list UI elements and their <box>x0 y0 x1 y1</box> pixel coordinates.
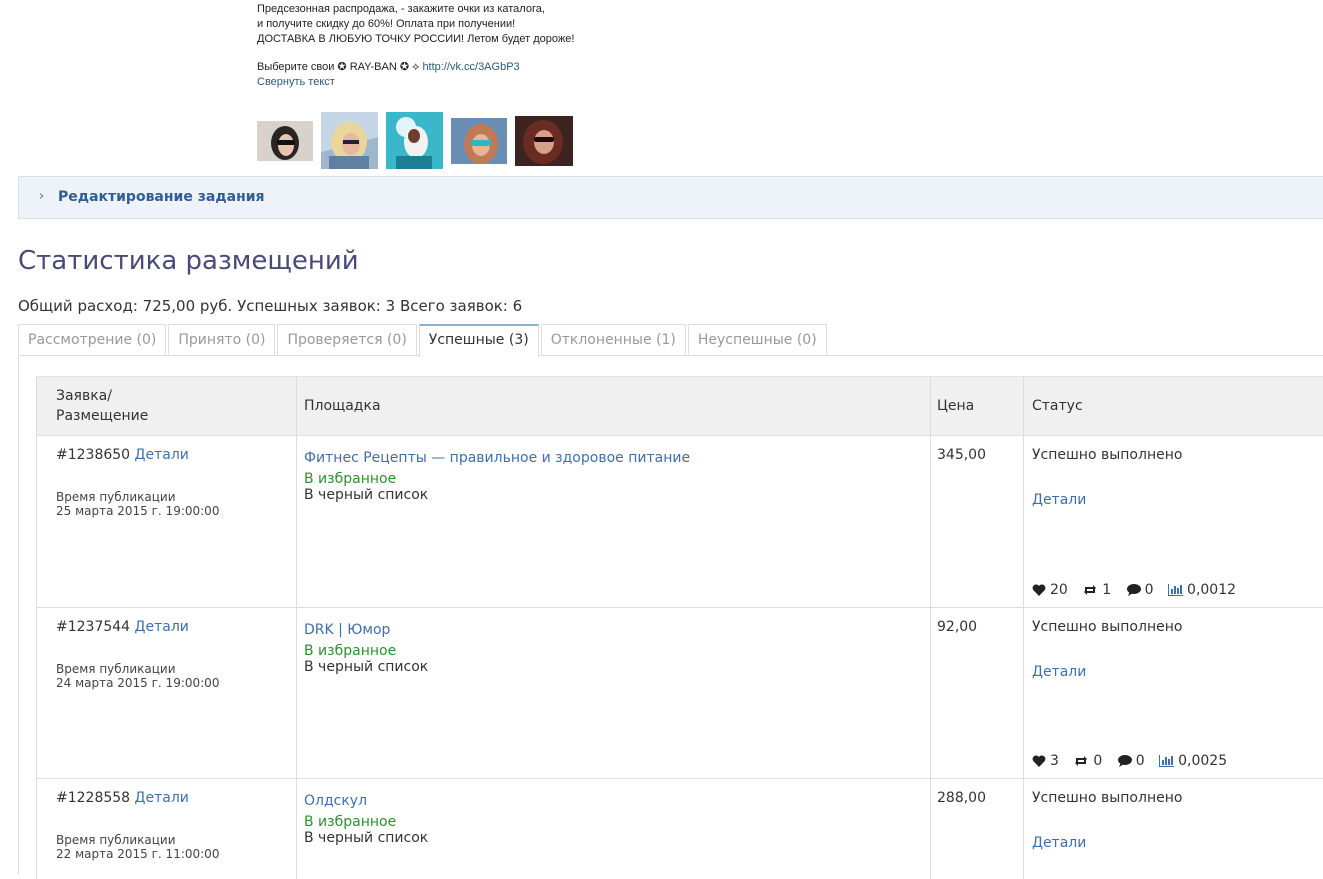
column-divider <box>296 376 297 879</box>
price-value: 345,00 <box>937 447 986 463</box>
table-row: #1237544 Детали Время публикации 24 март… <box>36 608 1323 779</box>
comments-count: 0 <box>1135 753 1145 769</box>
post-text-line: Предсезонная распродажа, - закажите очки… <box>257 3 545 15</box>
summary-text: Общий расход: 725,00 руб. Успешных заяво… <box>18 297 523 315</box>
publication-time-value: 25 марта 2015 г. 19:00:00 <box>56 504 220 518</box>
comments-count: 0 <box>1144 582 1154 598</box>
edit-task-label: Редактирование задания <box>58 189 265 205</box>
site-link[interactable]: Фитнес Рецепты — правильное и здоровое п… <box>304 447 690 470</box>
blacklist-link[interactable]: В черный список <box>304 482 690 508</box>
status-details-link[interactable]: Детали <box>1032 835 1086 851</box>
order-details-link[interactable]: Детали <box>135 619 189 635</box>
post-stats: 20 1 0 0,0012 <box>1032 582 1236 598</box>
tab-checking[interactable]: Проверяется (0) <box>277 324 417 356</box>
publication-time-value: 24 марта 2015 г. 19:00:00 <box>56 676 220 690</box>
blacklist-link[interactable]: В черный список <box>304 654 428 680</box>
status-details-link[interactable]: Детали <box>1032 492 1086 508</box>
status-value: Успешно выполнено <box>1032 447 1183 463</box>
table-row: #1228558 Детали Время публикации 22 март… <box>36 779 1323 879</box>
collapse-text-link[interactable]: Свернуть текст <box>257 75 677 90</box>
stats-ratio: 0,0025 <box>1178 753 1228 769</box>
thumbnail-photo-5[interactable] <box>515 116 573 166</box>
site-link[interactable]: Олдскул <box>304 790 428 813</box>
repost-icon <box>1075 756 1088 766</box>
tab-accepted[interactable]: Принято (0) <box>168 324 276 356</box>
comment-icon <box>1117 755 1132 767</box>
status-tabs: Рассмотрение (0) Принято (0) Проверяется… <box>18 324 829 358</box>
post-choose-line: Выберите свои ✪ RAY-BAN ✪ ⟡ http://vk.cc… <box>257 60 677 75</box>
page-title: Статистика размещений <box>18 246 359 276</box>
publication-time-value: 22 марта 2015 г. 11:00:00 <box>56 847 220 861</box>
tab-baseline <box>18 355 1323 356</box>
header-price: Цена <box>937 398 975 414</box>
post-link[interactable]: http://vk.cc/3AGbP3 <box>422 61 519 73</box>
table-header: Заявка/ Размещение Площадка Цена Статус <box>36 376 1323 436</box>
post-text-line: и получите скидку до 60%! Оплата при пол… <box>257 18 516 30</box>
status-value: Успешно выполнено <box>1032 790 1183 806</box>
reposts-count: 0 <box>1093 753 1103 769</box>
thumbnail-photo-1[interactable] <box>257 121 313 161</box>
publication-time-label: Время публикации <box>56 833 176 847</box>
reposts-count: 1 <box>1102 582 1112 598</box>
table-row: #1238650 Детали Время публикации 25 март… <box>36 436 1323 608</box>
repost-icon <box>1084 585 1097 595</box>
comment-icon <box>1126 584 1141 596</box>
header-order: Заявка/ Размещение <box>56 388 149 424</box>
order-details-link[interactable]: Детали <box>135 790 189 806</box>
tab-unsuccessful[interactable]: Неуспешные (0) <box>687 324 827 356</box>
header-site: Площадка <box>304 398 381 414</box>
thumbnail-photo-3[interactable] <box>386 112 443 169</box>
column-divider <box>36 376 37 879</box>
likes-count: 20 <box>1050 582 1068 598</box>
tab-review[interactable]: Рассмотрение (0) <box>18 324 167 356</box>
post-choose-text: Выберите свои ✪ RAY-BAN ✪ ⟡ <box>257 61 420 73</box>
post-preview: Предсезонная распродажа, - закажите очки… <box>257 2 677 90</box>
status-details-link[interactable]: Детали <box>1032 664 1086 680</box>
tab-successful[interactable]: Успешные (3) <box>418 324 539 358</box>
post-text-line: ДОСТАВКА В ЛЮБУЮ ТОЧКУ РОССИИ! Летом буд… <box>257 33 575 45</box>
heart-icon <box>1032 755 1046 767</box>
order-id: #1237544 <box>56 619 131 635</box>
column-divider <box>1023 376 1024 879</box>
price-value: 288,00 <box>937 790 986 806</box>
blacklist-link[interactable]: В черный список <box>304 825 428 851</box>
stats-ratio: 0,0012 <box>1187 582 1237 598</box>
header-status: Статус <box>1032 398 1083 414</box>
publication-time-label: Время публикации <box>56 662 176 676</box>
status-value: Успешно выполнено <box>1032 619 1183 635</box>
thumbnail-photo-2[interactable] <box>321 112 378 169</box>
order-id: #1238650 <box>56 447 131 463</box>
heart-icon <box>1032 584 1046 596</box>
order-details-link[interactable]: Детали <box>135 447 189 463</box>
edit-task-panel[interactable]: › Редактирование задания <box>18 176 1323 219</box>
order-id: #1228558 <box>56 790 131 806</box>
post-stats: 3 0 0 0,0025 <box>1032 753 1227 769</box>
price-value: 92,00 <box>937 619 978 635</box>
thumbnail-photo-4[interactable] <box>451 118 507 164</box>
panel-border <box>18 355 19 874</box>
chart-icon <box>1159 755 1175 767</box>
chevron-right-icon: › <box>39 189 45 204</box>
site-link[interactable]: DRK | Юмор <box>304 619 428 642</box>
column-divider <box>930 376 931 879</box>
chart-icon <box>1168 584 1184 596</box>
publication-time-label: Время публикации <box>56 490 176 504</box>
tab-rejected[interactable]: Отклоненные (1) <box>540 324 686 356</box>
likes-count: 3 <box>1050 753 1059 769</box>
